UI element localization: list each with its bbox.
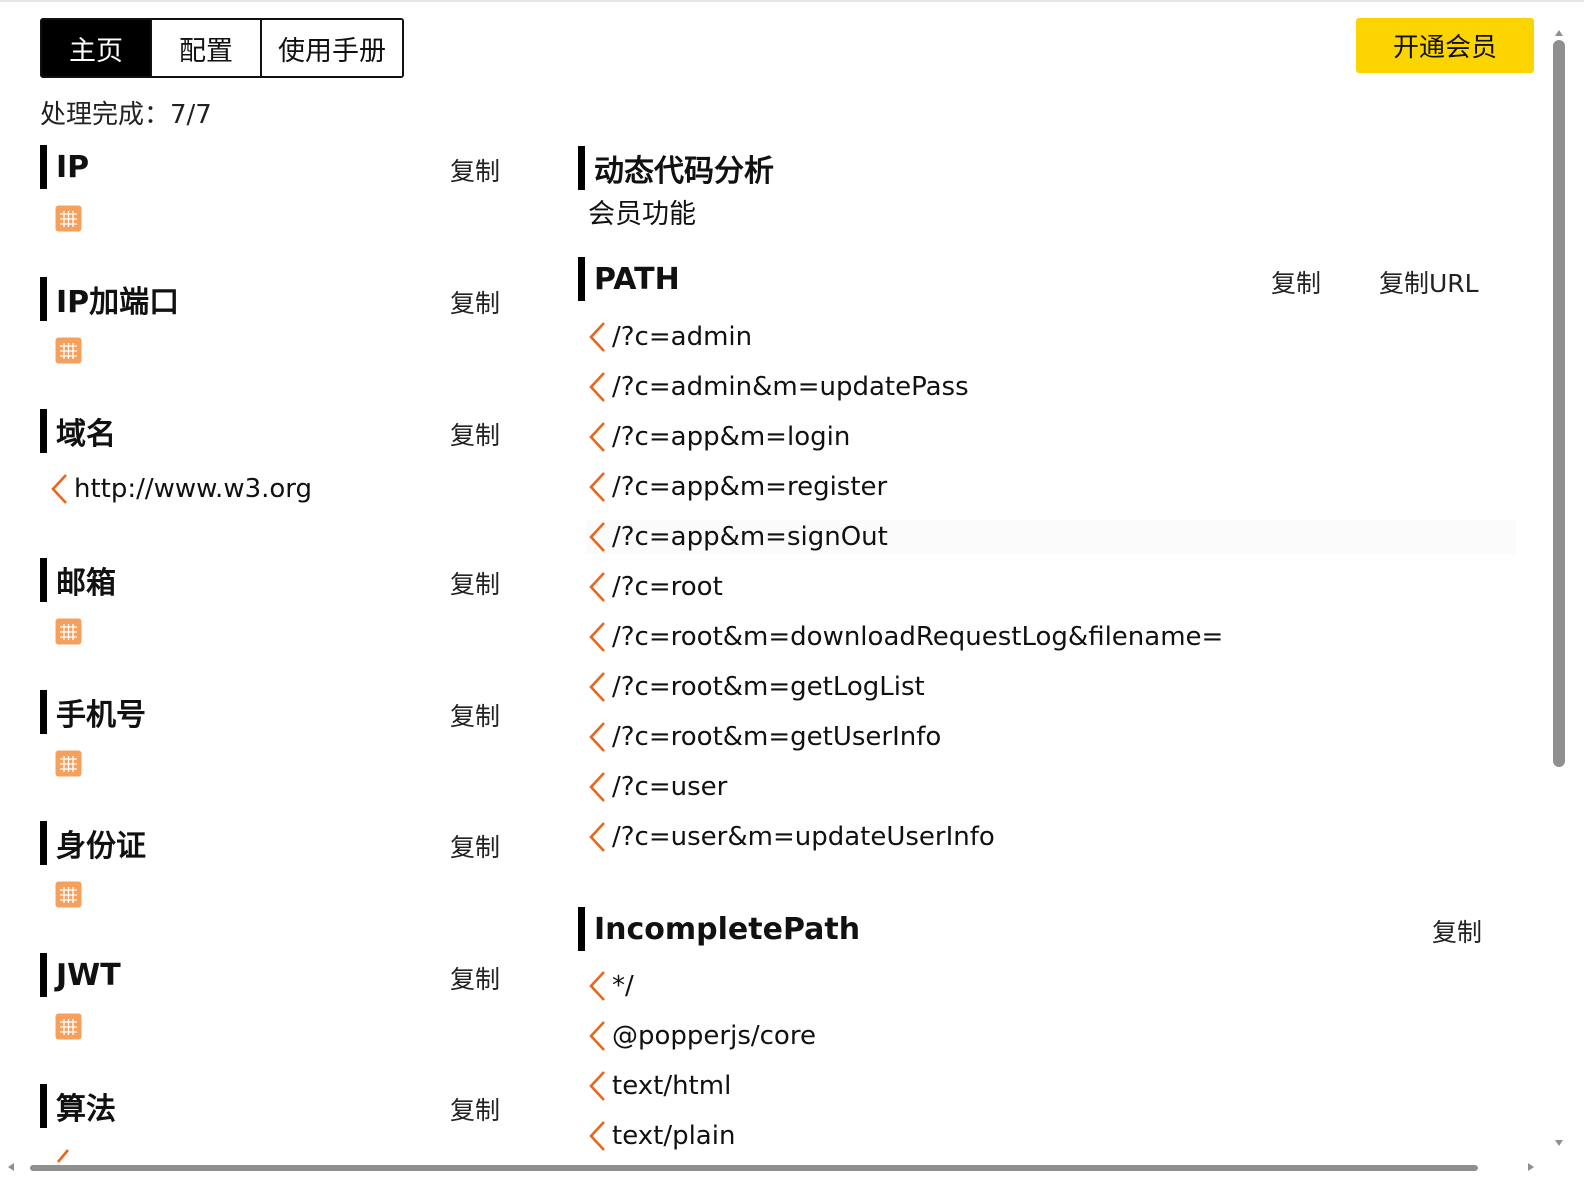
copy-path-button[interactable]: 复制 bbox=[1271, 264, 1321, 300]
section-title-incomplete-path: IncompletePath bbox=[578, 907, 860, 951]
chevron-left-icon bbox=[589, 971, 605, 1001]
path-item[interactable]: /?c=app&m=login bbox=[586, 420, 850, 454]
path-item-text: /?c=user&m=updateUserInfo bbox=[612, 822, 995, 852]
copy-incomplete-path-button[interactable]: 复制 bbox=[1432, 913, 1482, 949]
section-title-phone: 手机号 bbox=[40, 690, 146, 734]
path-item-text: /?c=admin&m=updatePass bbox=[612, 372, 969, 402]
chevron-left-icon bbox=[51, 474, 67, 504]
incomplete-path-item[interactable]: */ bbox=[586, 969, 634, 1003]
section-title-algorithm: 算法 bbox=[40, 1084, 116, 1128]
chevron-left-icon bbox=[589, 1121, 605, 1151]
path-item[interactable]: /?c=root&m=downloadRequestLog&filename= bbox=[586, 620, 1223, 654]
section-title-email: 邮箱 bbox=[40, 558, 116, 602]
scroll-left-arrow[interactable] bbox=[6, 1162, 16, 1172]
empty-grid-icon bbox=[55, 881, 82, 908]
copy-email-button[interactable]: 复制 bbox=[450, 565, 500, 601]
chevron-left-icon bbox=[589, 622, 605, 652]
empty-grid-icon bbox=[55, 337, 82, 364]
section-title-ip: IP bbox=[40, 145, 89, 189]
empty-grid-icon bbox=[55, 750, 82, 777]
empty-grid-icon bbox=[55, 1013, 82, 1040]
incomplete-path-item[interactable]: @popperjs/core bbox=[586, 1019, 816, 1053]
copy-url-button[interactable]: 复制URL bbox=[1379, 264, 1479, 300]
copy-jwt-button[interactable]: 复制 bbox=[450, 960, 500, 996]
path-item[interactable]: /?c=root bbox=[586, 570, 723, 604]
domain-item-text: http://www.w3.org bbox=[74, 474, 313, 504]
domain-item[interactable]: http://www.w3.org bbox=[48, 472, 312, 506]
section-title-path: PATH bbox=[578, 257, 680, 301]
tab-manual[interactable]: 使用手册 bbox=[260, 20, 402, 76]
empty-grid-icon bbox=[55, 618, 82, 645]
path-item-text: /?c=app&m=login bbox=[612, 422, 851, 452]
section-title-id-card: 身份证 bbox=[40, 821, 146, 865]
top-border bbox=[0, 0, 1584, 2]
copy-ip-button[interactable]: 复制 bbox=[450, 152, 500, 188]
chevron-left-icon bbox=[589, 472, 605, 502]
incomplete-path-item[interactable]: text/html bbox=[586, 1069, 731, 1103]
path-item-text: /?c=admin bbox=[612, 322, 753, 352]
chevron-left-icon bbox=[589, 572, 605, 602]
path-item[interactable]: /?c=admin&m=updatePass bbox=[586, 370, 969, 404]
path-item[interactable]: /?c=admin bbox=[586, 320, 752, 354]
status-text: 处理完成：7/7 bbox=[40, 100, 212, 130]
path-item-text: /?c=root bbox=[612, 572, 723, 602]
chevron-left-icon bbox=[589, 772, 605, 802]
path-item[interactable]: /?c=root&m=getLogList bbox=[586, 670, 925, 704]
path-item[interactable]: /?c=app&m=signOut bbox=[586, 520, 1516, 554]
copy-algorithm-button[interactable]: 复制 bbox=[450, 1091, 500, 1127]
copy-id-card-button[interactable]: 复制 bbox=[450, 828, 500, 864]
chevron-left-icon bbox=[589, 372, 605, 402]
path-item-text: /?c=app&m=signOut bbox=[612, 522, 888, 552]
empty-grid-icon bbox=[55, 205, 82, 232]
incomplete-path-item-text: @popperjs/core bbox=[612, 1021, 816, 1051]
vip-button[interactable]: 开通会员 bbox=[1356, 18, 1534, 73]
chevron-left-icon bbox=[589, 522, 605, 552]
path-item[interactable]: /?c=root&m=getUserInfo bbox=[586, 720, 941, 754]
copy-ip-port-button[interactable]: 复制 bbox=[450, 284, 500, 320]
scroll-down-arrow[interactable] bbox=[1554, 1138, 1564, 1148]
tab-config[interactable]: 配置 bbox=[150, 20, 260, 76]
scroll-up-arrow[interactable] bbox=[1554, 28, 1564, 38]
path-item-text: /?c=user bbox=[612, 772, 728, 802]
copy-phone-button[interactable]: 复制 bbox=[450, 697, 500, 733]
member-feature-note: 会员功能 bbox=[588, 199, 696, 230]
chevron-left-icon bbox=[589, 322, 605, 352]
path-item[interactable]: /?c=user bbox=[586, 770, 727, 804]
chevron-left-icon bbox=[589, 422, 605, 452]
path-item-text: /?c=root&m=getUserInfo bbox=[612, 722, 942, 752]
incomplete-path-item[interactable]: text/plain bbox=[586, 1119, 735, 1153]
incomplete-path-item-text: */ bbox=[612, 971, 634, 1001]
chevron-left-icon bbox=[589, 672, 605, 702]
path-item[interactable]: /?c=user&m=updateUserInfo bbox=[586, 820, 995, 854]
path-item-text: /?c=root&m=getLogList bbox=[612, 672, 925, 702]
copy-domain-button[interactable]: 复制 bbox=[450, 416, 500, 452]
incomplete-path-item-text: text/html bbox=[612, 1071, 732, 1101]
path-item-text: /?c=app&m=register bbox=[612, 472, 888, 502]
path-item-text: /?c=root&m=downloadRequestLog&filename= bbox=[612, 622, 1224, 652]
tab-bar: 主页 配置 使用手册 bbox=[40, 18, 404, 78]
scroll-right-arrow[interactable] bbox=[1526, 1162, 1536, 1172]
horizontal-scrollbar-thumb[interactable] bbox=[30, 1165, 1478, 1171]
section-title-dynamic-analysis: 动态代码分析 bbox=[578, 146, 774, 190]
vertical-scrollbar-thumb[interactable] bbox=[1553, 40, 1565, 767]
section-title-ip-port: IP加端口 bbox=[40, 277, 179, 321]
chevron-left-icon bbox=[589, 1021, 605, 1051]
section-title-jwt: JWT bbox=[40, 953, 121, 997]
chevron-left-icon bbox=[589, 1071, 605, 1101]
chevron-left-icon bbox=[589, 722, 605, 752]
chevron-left-icon bbox=[589, 822, 605, 852]
path-item[interactable]: /?c=app&m=register bbox=[586, 470, 887, 504]
tab-home[interactable]: 主页 bbox=[42, 20, 150, 76]
incomplete-path-item-text: text/plain bbox=[612, 1121, 736, 1151]
section-title-domain: 域名 bbox=[40, 409, 116, 453]
